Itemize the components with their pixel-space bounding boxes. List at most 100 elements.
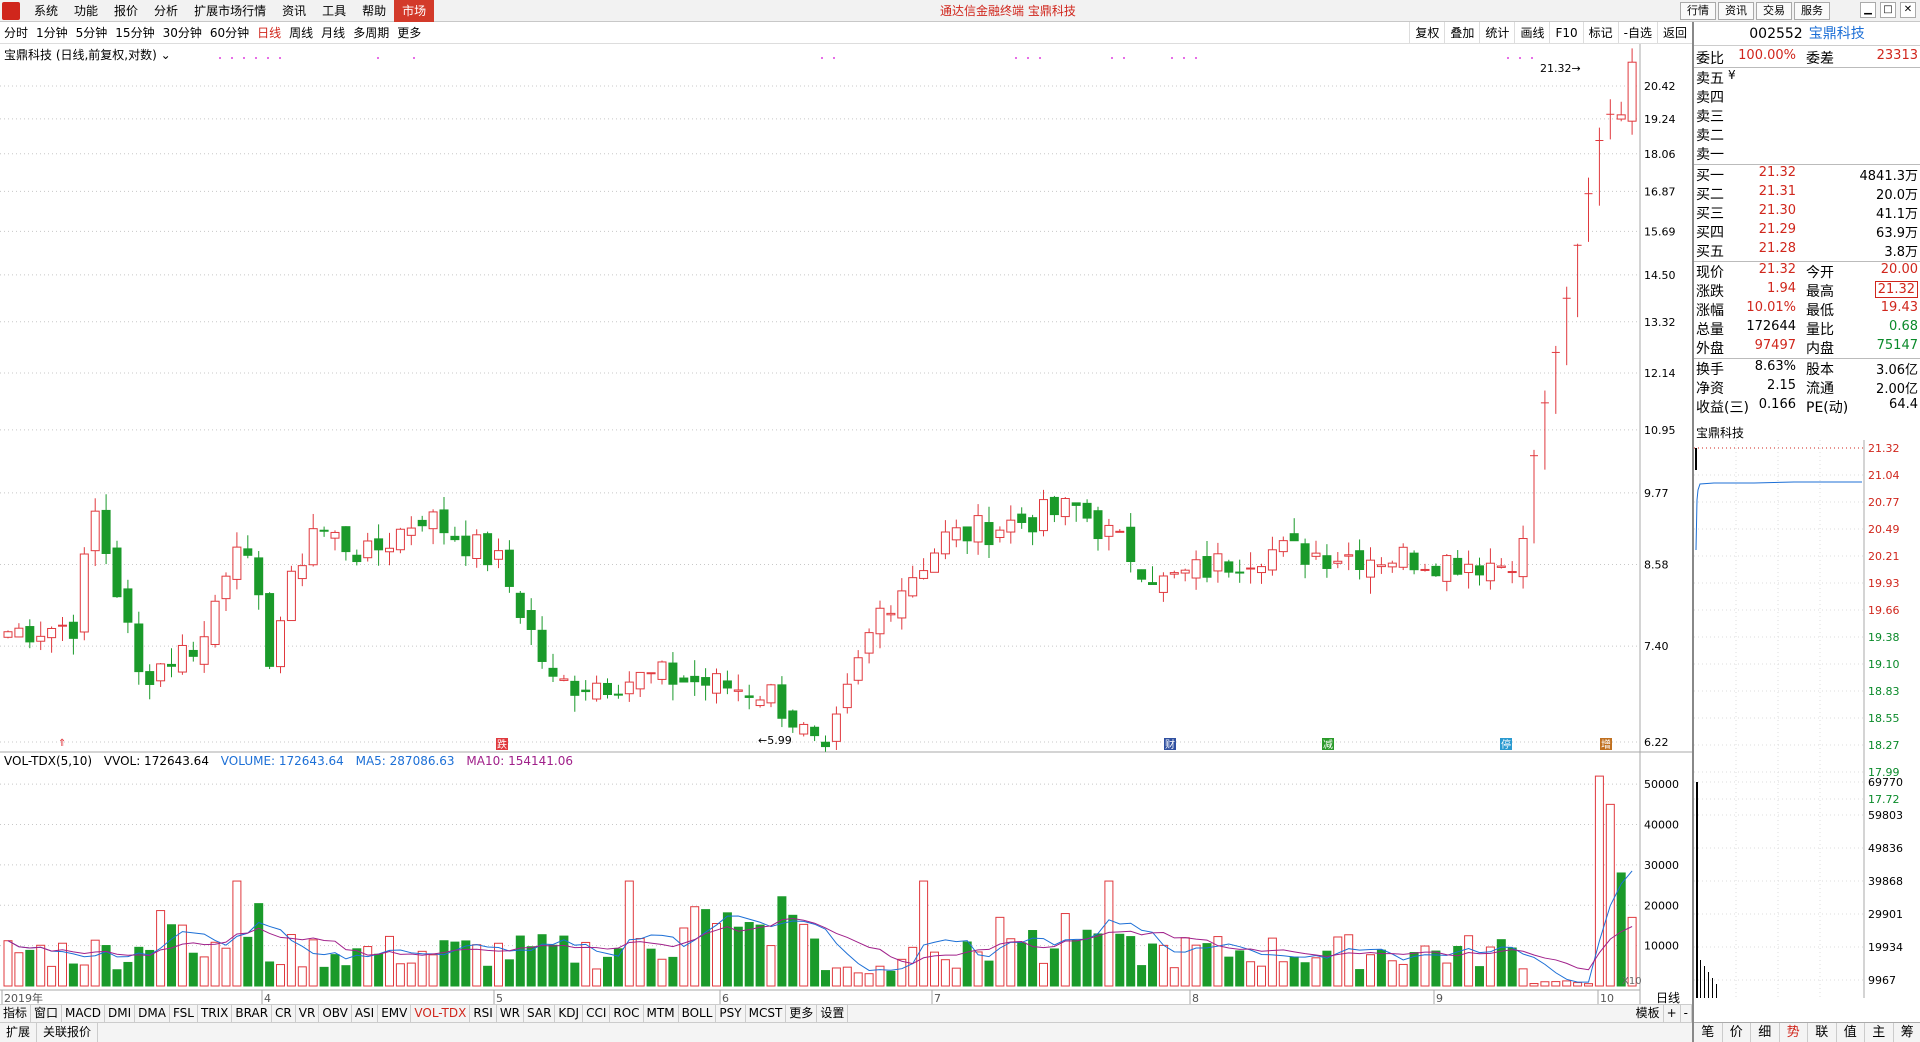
period-tab[interactable]: 1分钟	[32, 22, 72, 44]
mini-tab[interactable]: 势	[1780, 1023, 1808, 1042]
indicator-tab[interactable]: ROC	[610, 1005, 644, 1022]
indicator-tab[interactable]: EMV	[378, 1005, 412, 1022]
candle	[1573, 243, 1582, 318]
event-marker[interactable]: 减	[1322, 738, 1334, 751]
indicator-right-button[interactable]: -	[1681, 1005, 1692, 1022]
mini-tab[interactable]: 联	[1808, 1023, 1837, 1042]
indicator-tab[interactable]: TRIX	[198, 1005, 233, 1022]
menu-item[interactable]: 工具	[314, 0, 354, 22]
indicator-tab[interactable]: DMI	[105, 1005, 136, 1022]
period-tab[interactable]: 更多	[393, 22, 425, 44]
mini-volume-bar	[1700, 960, 1701, 998]
quote-row: 现价 21.32 今开 20.00	[1694, 262, 1920, 281]
bottom-tab[interactable]: 扩展	[0, 1023, 38, 1042]
indicator-tab[interactable]: VR	[296, 1005, 320, 1022]
arrow-up-icon[interactable]: ⇑	[58, 738, 66, 749]
top-button[interactable]: 交易	[1756, 2, 1792, 20]
tool-button[interactable]: 叠加	[1444, 22, 1479, 44]
indicator-tab[interactable]: SAR	[524, 1005, 556, 1022]
indicator-tab[interactable]: KDJ	[555, 1005, 584, 1022]
tool-button[interactable]: 画线	[1514, 22, 1549, 44]
menu-item[interactable]: 资讯	[274, 0, 314, 22]
indicator-tab[interactable]: OBV	[319, 1005, 352, 1022]
close-icon[interactable]: ✕	[1900, 2, 1916, 18]
menu-item[interactable]: 分析	[146, 0, 186, 22]
event-marker[interactable]: 增	[1600, 738, 1612, 751]
mini-tab[interactable]: 主	[1865, 1023, 1894, 1042]
indicator-tab[interactable]: BOLL	[679, 1005, 717, 1022]
menu-item[interactable]: 系统	[26, 0, 66, 22]
indicator-tab[interactable]: BRAR	[232, 1005, 273, 1022]
indicator-tab[interactable]: MCST	[746, 1005, 787, 1022]
vol-tick: 20000	[1644, 899, 1679, 912]
event-marker[interactable]: 财	[1164, 738, 1176, 751]
tool-button[interactable]: -自选	[1617, 22, 1657, 44]
indicator-tab[interactable]: CR	[272, 1005, 296, 1022]
price-tick: 7.40	[1644, 640, 1669, 653]
signal-dot	[1171, 57, 1173, 59]
indicator-tab[interactable]: PSY	[716, 1005, 746, 1022]
candle	[930, 548, 939, 573]
x-tick: 10	[1600, 992, 1614, 1004]
mini-tab[interactable]: 价	[1723, 1023, 1751, 1042]
period-tab[interactable]: 5分钟	[72, 22, 112, 44]
signal-dot	[1027, 57, 1029, 59]
event-label: 增	[1601, 738, 1611, 751]
volume-bar	[712, 923, 721, 987]
kline-chart[interactable]: 20.42 19.24 18.06 16.87 15.69 14.50 13.32 12.14…	[0, 44, 1692, 1004]
minimize-icon[interactable]: ▁	[1860, 2, 1876, 18]
indicator-tab[interactable]: 窗口	[31, 1005, 63, 1022]
tool-button[interactable]: 返回	[1656, 22, 1692, 44]
indicator-right-button[interactable]: +	[1664, 1005, 1681, 1022]
indicator-tab[interactable]: CCI	[583, 1005, 611, 1022]
signal-dot	[255, 57, 257, 59]
period-tab[interactable]: 月线	[317, 22, 349, 44]
candle	[90, 498, 100, 567]
top-button[interactable]: 行情	[1680, 2, 1716, 20]
tool-button[interactable]: 标记	[1582, 22, 1618, 44]
period-tab[interactable]: 多周期	[349, 22, 393, 44]
volume-bar	[842, 966, 852, 987]
intraday-chart[interactable]: 21.32 21.04 20.77 20.49 20.21 19.93 19.66 19.38…	[1694, 440, 1920, 1018]
mini-tab[interactable]: 细	[1751, 1023, 1780, 1042]
indicator-tab[interactable]: ASI	[352, 1005, 379, 1022]
menu-item[interactable]: 帮助	[354, 0, 394, 22]
event-marker[interactable]: 停	[1500, 738, 1512, 751]
period-tab[interactable]: 30分钟	[159, 22, 206, 44]
candle	[1584, 177, 1593, 242]
indicator-tab[interactable]: 指标	[0, 1005, 32, 1022]
top-button[interactable]: 服务	[1794, 2, 1830, 20]
menu-item[interactable]: 功能	[66, 0, 106, 22]
period-tab[interactable]: 周线	[285, 22, 317, 44]
indicator-tab[interactable]: 更多	[786, 1005, 818, 1022]
menu-item[interactable]: 扩展市场行情	[186, 0, 274, 22]
mini-tab[interactable]: 筹	[1894, 1023, 1920, 1042]
indicator-tab[interactable]: RSI	[470, 1005, 497, 1022]
top-button[interactable]: 资讯	[1718, 2, 1754, 20]
mini-tab[interactable]: 笔	[1694, 1023, 1723, 1042]
period-tab[interactable]: 日线	[253, 22, 285, 44]
candle	[875, 600, 885, 649]
period-tab[interactable]: 60分钟	[206, 22, 253, 44]
period-tab[interactable]: 15分钟	[111, 22, 158, 44]
maximize-icon[interactable]: □	[1880, 2, 1896, 18]
bottom-tab[interactable]: 关联报价	[37, 1023, 99, 1042]
indicator-right-button[interactable]: 模板	[1633, 1005, 1664, 1022]
stat-label: 现价	[1696, 265, 1724, 281]
menu-item[interactable]: 报价	[106, 0, 146, 22]
period-tab[interactable]: 分时	[0, 22, 32, 44]
indicator-tab[interactable]: 设置	[817, 1005, 849, 1022]
app-logo-icon[interactable]	[2, 2, 20, 20]
indicator-tab[interactable]: MTM	[644, 1005, 679, 1022]
indicator-tab[interactable]: WR	[497, 1005, 525, 1022]
indicator-tab[interactable]: VOL-TDX	[411, 1005, 471, 1022]
indicator-tab[interactable]: FSL	[170, 1005, 198, 1022]
indicator-tab[interactable]: MACD	[62, 1005, 106, 1022]
tool-button[interactable]: 统计	[1479, 22, 1514, 44]
tool-button[interactable]: F10	[1549, 22, 1582, 44]
tool-button[interactable]: 复权	[1409, 22, 1444, 44]
mini-tab[interactable]: 值	[1837, 1023, 1865, 1042]
indicator-tab[interactable]: DMA	[135, 1005, 170, 1022]
menu-market[interactable]: 市场	[394, 0, 435, 22]
event-marker[interactable]: 跌	[496, 738, 508, 751]
